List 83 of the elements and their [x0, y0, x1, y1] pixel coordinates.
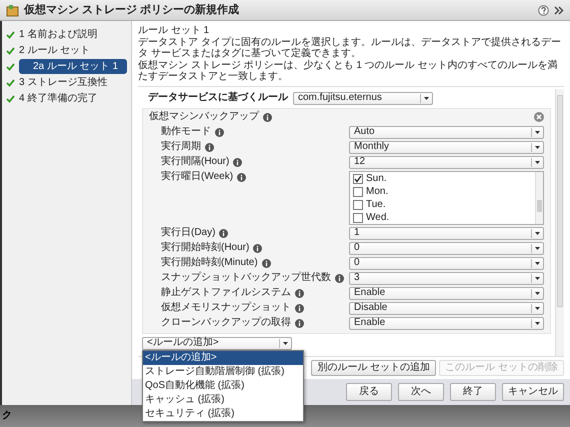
- rule-label: スナップショットバックアップ世代数: [161, 272, 331, 284]
- caret-icon: [531, 158, 543, 166]
- caret-icon: [279, 338, 291, 348]
- scrollbar[interactable]: [555, 88, 564, 356]
- checkbox-label: Sun.: [366, 173, 387, 185]
- caret-icon: [531, 258, 543, 268]
- add-rule-select[interactable]: <ルールの追加>: [142, 336, 292, 350]
- rule-label: 動作モード: [161, 126, 211, 138]
- caret-icon: [531, 274, 543, 282]
- menu-item[interactable]: ストレージ自動階層制御 (拡張): [143, 364, 303, 378]
- caret-icon: [531, 128, 543, 136]
- data-service-label: データサービスに基づくルール: [148, 92, 288, 104]
- caret-icon: [531, 142, 543, 152]
- rule-select[interactable]: Enable: [349, 316, 544, 330]
- help-icon[interactable]: [538, 4, 549, 16]
- checkbox[interactable]: [353, 200, 363, 210]
- wizard-step[interactable]: 2a ルール セット 1: [19, 58, 127, 74]
- checkbox[interactable]: [353, 213, 363, 223]
- wizard-button[interactable]: 次へ: [398, 383, 444, 401]
- checkbox[interactable]: [353, 187, 363, 197]
- wizard-step[interactable]: 4 終了準備の完了: [6, 91, 127, 106]
- caret-icon: [531, 318, 543, 328]
- caret-icon: [420, 94, 432, 102]
- rule-select[interactable]: Auto: [349, 126, 544, 138]
- info-icon[interactable]: [253, 244, 262, 252]
- description-text: データストア タイプに固有のルールを選択します。ルールは、データストアで提供されるデータ サービスまたはタグに基づいて定義できます。: [138, 36, 562, 60]
- info-icon[interactable]: [219, 228, 228, 238]
- rule-label: 実行開始時刻(Hour): [161, 242, 250, 254]
- info-icon[interactable]: [295, 318, 304, 328]
- menu-item[interactable]: セキュリティ (拡張): [143, 406, 303, 420]
- rule-set-heading: ルール セット 1: [138, 25, 210, 36]
- checkbox-label: Wed.: [366, 212, 390, 224]
- rule-select[interactable]: 3: [349, 272, 544, 284]
- wizard-step[interactable]: 3 ストレージ互換性: [6, 75, 127, 90]
- checkbox-label: Mon.: [366, 186, 388, 198]
- wizard-button[interactable]: 戻る: [346, 383, 392, 401]
- menu-item[interactable]: <ルールの追加>: [143, 350, 303, 364]
- background-text: ク: [2, 410, 12, 422]
- menu-item[interactable]: QoS自動化機能 (拡張): [143, 378, 303, 392]
- rule-group-title: 仮想マシンバックアップ: [149, 111, 259, 123]
- wizard-step[interactable]: 2 ルール セット: [6, 43, 127, 58]
- rule-select[interactable]: 0: [349, 242, 544, 254]
- checkbox-label: Tue.: [366, 199, 386, 211]
- rule-label: 仮想メモリスナップショット: [161, 302, 291, 314]
- rule-select[interactable]: 0: [349, 256, 544, 270]
- info-icon[interactable]: [205, 142, 214, 152]
- wizard-button[interactable]: 終了: [450, 383, 496, 401]
- expand-icon[interactable]: [554, 6, 564, 14]
- info-icon[interactable]: [262, 258, 271, 268]
- rule-select[interactable]: Disable: [349, 302, 544, 314]
- description-text: 仮想マシン ストレージ ポリシーは、少なくとも 1 つのルール セット内のすべてのルールを満たすデータストアと一致します。: [138, 60, 558, 82]
- info-icon[interactable]: [295, 288, 304, 298]
- caret-icon: [531, 288, 543, 298]
- menu-item[interactable]: キャッシュ (拡張): [143, 392, 303, 406]
- info-icon[interactable]: [295, 304, 304, 312]
- checkbox[interactable]: [353, 174, 363, 184]
- rule-label: 実行間隔(Hour): [161, 156, 230, 168]
- rule-label: 静止ゲストファイルシステム: [161, 287, 291, 299]
- rule-select[interactable]: Monthly: [349, 140, 544, 154]
- wizard-step[interactable]: 1 名前および説明: [6, 27, 127, 42]
- info-icon[interactable]: [233, 158, 242, 166]
- rule-set-button[interactable]: 別のルール セットの追加: [311, 360, 436, 376]
- rule-select[interactable]: 1: [349, 226, 544, 240]
- rule-label: クローンバックアップの取得: [161, 317, 291, 329]
- wizard-button[interactable]: キャンセル: [502, 383, 564, 401]
- window-title: 仮想マシン ストレージ ポリシーの新規作成: [24, 4, 240, 16]
- rule-label: 実行日(Day): [161, 227, 216, 239]
- scrollbar[interactable]: [535, 172, 543, 224]
- info-icon[interactable]: [237, 172, 246, 182]
- caret-icon: [531, 304, 543, 312]
- rule-label: 実行曜日(Week): [161, 171, 234, 183]
- caret-icon: [531, 244, 543, 252]
- info-icon[interactable]: [335, 274, 344, 282]
- info-icon[interactable]: [215, 128, 224, 136]
- remove-icon[interactable]: [534, 112, 544, 122]
- data-service-select[interactable]: com.fujitsu.eternus: [293, 92, 433, 104]
- policy-icon: [6, 4, 19, 16]
- rule-label: 実行周期: [161, 141, 201, 153]
- caret-icon: [531, 228, 543, 238]
- info-icon[interactable]: [263, 112, 272, 122]
- rule-label: 実行開始時刻(Minute): [161, 257, 258, 269]
- rule-select[interactable]: 12: [349, 156, 544, 168]
- rule-select[interactable]: Enable: [349, 286, 544, 300]
